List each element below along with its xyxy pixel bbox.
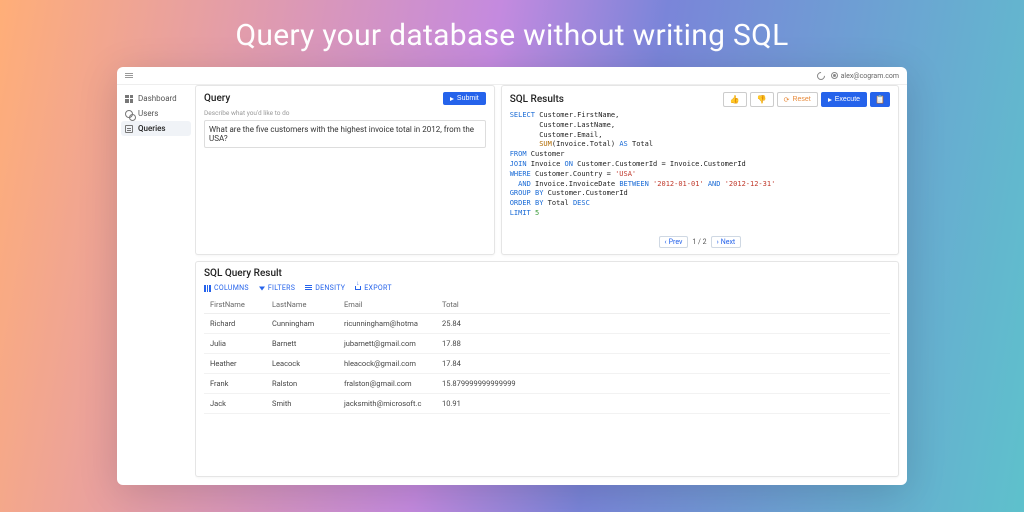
submit-button[interactable]: Submit <box>443 92 486 105</box>
sidebar-item-users[interactable]: Users <box>121 106 191 121</box>
table-row[interactable]: JackSmithjacksmith@microsoft.c10.91 <box>204 394 890 414</box>
hero-title: Query your database without writing SQL <box>235 18 788 53</box>
result-panel-title: SQL Query Result <box>204 268 890 279</box>
table-row[interactable]: JuliaBarnettjubarnett@gmail.com17.88 <box>204 334 890 354</box>
thumbs-down-button[interactable]: 👎 <box>750 92 774 107</box>
sidebar-item-label: Queries <box>138 124 166 133</box>
topbar: alex@cogram.com <box>117 67 907 85</box>
table-header[interactable]: Email <box>338 296 436 314</box>
chevron-left-icon: ‹ <box>665 238 667 246</box>
execute-button[interactable]: Execute <box>821 92 867 107</box>
columns-icon <box>204 285 211 292</box>
sql-pager: ‹Prev 1 / 2 ›Next <box>510 232 890 248</box>
table-cell: Frank <box>204 374 266 394</box>
next-button[interactable]: ›Next <box>711 236 742 248</box>
table-header[interactable]: LastName <box>266 296 338 314</box>
result-panel: SQL Query Result COLUMNS FILTERS DENSITY… <box>195 261 899 477</box>
table-cell: 15.879999999999999 <box>436 374 890 394</box>
sidebar: Dashboard Users Queries <box>117 85 195 485</box>
copy-button[interactable]: 📋 <box>870 92 890 107</box>
density-icon <box>305 285 312 292</box>
export-icon <box>355 286 361 290</box>
table-cell: jubarnett@gmail.com <box>338 334 436 354</box>
sql-results-panel: SQL Results 👍 👎 ⟳Reset Execute 📋 SELECT … <box>501 85 899 255</box>
refresh-icon[interactable] <box>815 70 826 81</box>
filters-button[interactable]: FILTERS <box>259 284 295 292</box>
table-header[interactable]: FirstName <box>204 296 266 314</box>
table-cell: Jack <box>204 394 266 414</box>
user-email[interactable]: alex@cogram.com <box>841 72 899 80</box>
table-cell: Julia <box>204 334 266 354</box>
table-cell: Ralston <box>266 374 338 394</box>
sidebar-item-dashboard[interactable]: Dashboard <box>121 91 191 106</box>
sidebar-item-queries[interactable]: Queries <box>121 121 191 136</box>
sidebar-item-label: Users <box>138 109 158 118</box>
table-cell: 25.84 <box>436 314 890 334</box>
play-icon <box>828 98 832 102</box>
table-cell: Cunningham <box>266 314 338 334</box>
table-cell: 17.88 <box>436 334 890 354</box>
filter-icon <box>259 286 265 290</box>
hamburger-icon[interactable] <box>125 73 133 78</box>
table-cell: 10.91 <box>436 394 890 414</box>
table-cell: 17.84 <box>436 354 890 374</box>
thumbs-up-button[interactable]: 👍 <box>723 92 747 107</box>
table-cell: ricunningham@hotma <box>338 314 436 334</box>
table-cell: jacksmith@microsoft.c <box>338 394 436 414</box>
density-button[interactable]: DENSITY <box>305 284 345 292</box>
sql-code-view[interactable]: SELECT Customer.FirstName, Customer.Last… <box>510 111 890 232</box>
table-cell: Richard <box>204 314 266 334</box>
thumbs-down-icon: 👎 <box>757 95 767 104</box>
query-panel-title: Query <box>204 93 230 104</box>
table-row[interactable]: HeatherLeacockhleacock@gmail.com17.84 <box>204 354 890 374</box>
app-window: alex@cogram.com Dashboard Users Queries <box>117 67 907 485</box>
query-subtitle: Describe what you'd like to do <box>204 109 486 117</box>
result-toolbar: COLUMNS FILTERS DENSITY EXPORT <box>204 279 890 296</box>
table-cell: hleacock@gmail.com <box>338 354 436 374</box>
thumbs-up-icon: 👍 <box>730 95 740 104</box>
table-row[interactable]: FrankRalstonfralston@gmail.com15.8799999… <box>204 374 890 394</box>
table-cell: Smith <box>266 394 338 414</box>
columns-button[interactable]: COLUMNS <box>204 284 249 292</box>
query-input[interactable]: What are the five customers with the hig… <box>204 120 486 148</box>
play-icon <box>450 97 454 101</box>
sql-panel-title: SQL Results <box>510 94 564 105</box>
table-cell: Heather <box>204 354 266 374</box>
table-cell: Barnett <box>266 334 338 354</box>
users-icon <box>125 110 133 118</box>
reset-button[interactable]: ⟳Reset <box>777 92 818 107</box>
dashboard-icon <box>125 95 133 103</box>
queries-icon <box>125 125 133 133</box>
copy-icon: 📋 <box>875 95 885 104</box>
user-avatar-icon[interactable] <box>831 72 838 79</box>
query-panel: Query Submit Describe what you'd like to… <box>195 85 495 255</box>
table-cell: Leacock <box>266 354 338 374</box>
export-button[interactable]: EXPORT <box>355 284 392 292</box>
table-cell: fralston@gmail.com <box>338 374 436 394</box>
prev-button[interactable]: ‹Prev <box>659 236 689 248</box>
page-count: 1 / 2 <box>692 238 706 246</box>
table-header[interactable]: Total <box>436 296 890 314</box>
sidebar-item-label: Dashboard <box>138 94 177 103</box>
chevron-right-icon: › <box>717 238 719 246</box>
table-row[interactable]: RichardCunninghamricunningham@hotma25.84 <box>204 314 890 334</box>
result-table: FirstName LastName Email Total RichardCu… <box>204 296 890 414</box>
reset-icon: ⟳ <box>784 96 790 104</box>
